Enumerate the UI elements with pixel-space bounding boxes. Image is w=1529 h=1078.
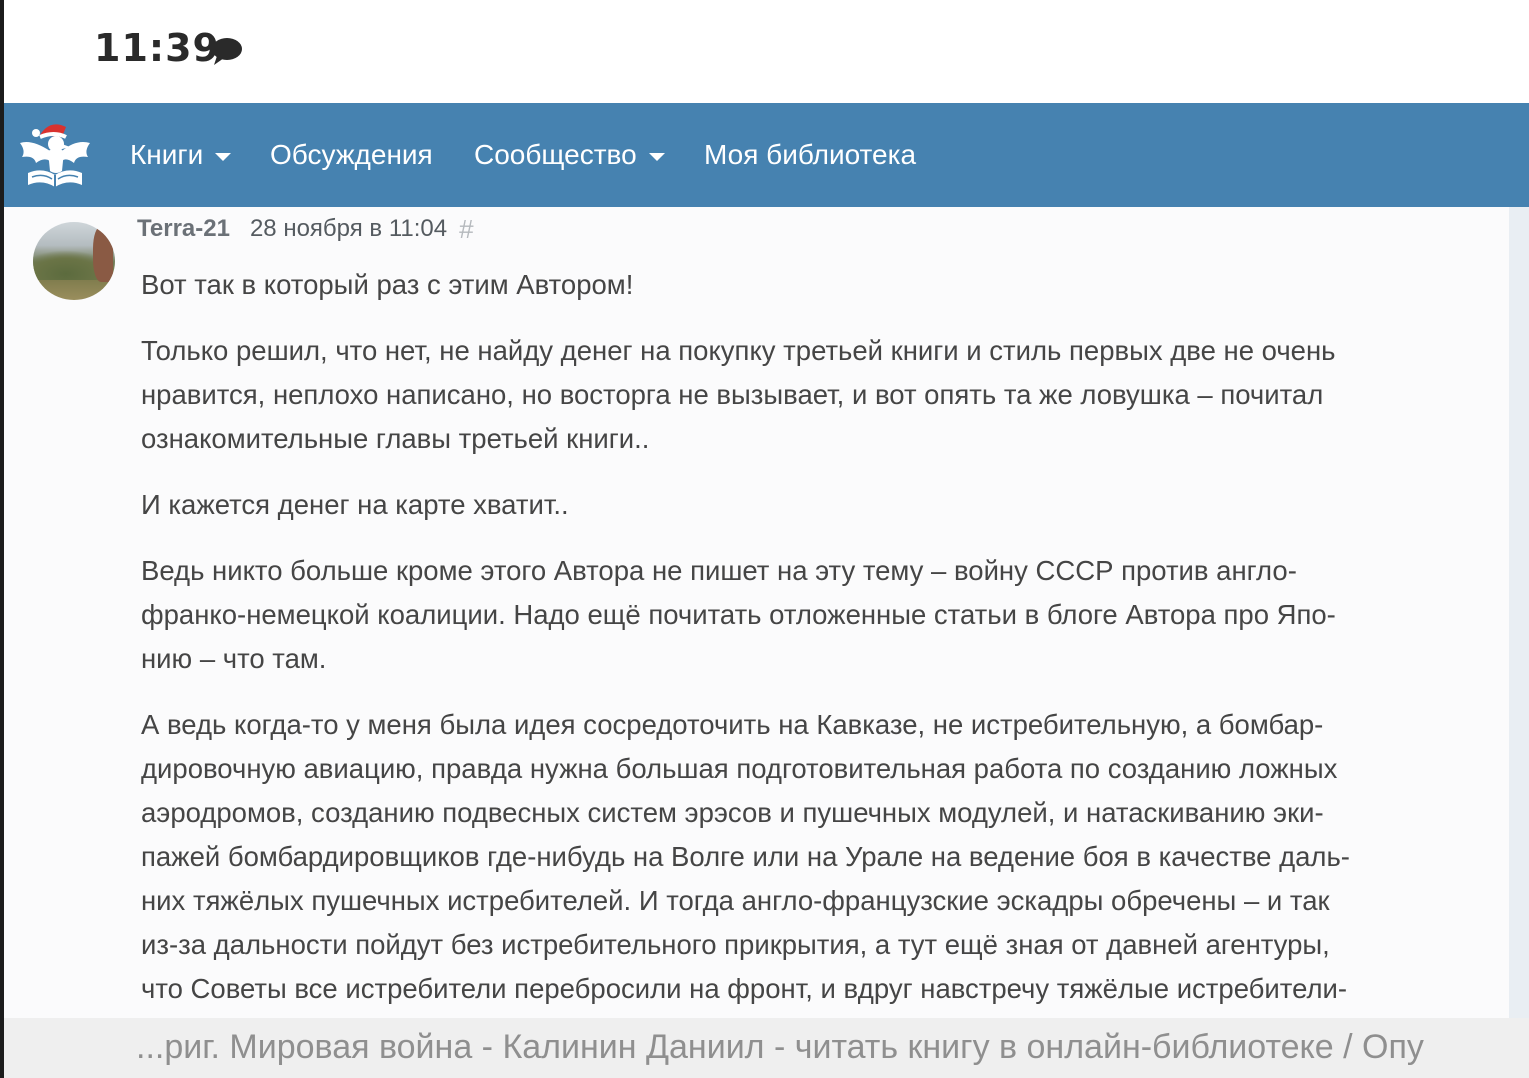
nav-discussions-label: Обсуждения: [270, 139, 433, 170]
comment-paragraph: А ведь когда-то у меня была идея сосредо…: [141, 709, 1350, 1004]
comment-paragraph: Вот так в который раз с этим Автором!: [141, 269, 634, 300]
comment-paragraph: Ведь никто больше кроме этого Автора не …: [141, 555, 1336, 674]
nav-discussions[interactable]: Обсуждения: [270, 137, 433, 173]
comment-paragraph: Только решил, что нет, не найду денег на…: [141, 335, 1336, 454]
nav-community[interactable]: Сообщество: [474, 137, 665, 173]
page-title: ...риг. Мировая война - Калинин Даниил -…: [136, 1028, 1424, 1066]
eagle-book-logo-icon[interactable]: [14, 117, 94, 193]
permalink-link[interactable]: #: [459, 214, 473, 245]
avatar[interactable]: [33, 222, 115, 300]
screen-edge: [0, 0, 4, 1078]
comment-header: Terra-21 28 ноября в 11:04 #: [137, 214, 474, 244]
status-time: 11:39: [94, 26, 220, 70]
status-bar: 11:39: [0, 0, 1529, 103]
comment-author[interactable]: Terra-21: [137, 215, 230, 243]
top-navbar: Книги Обсуждения Сообщество Моя библиоте…: [4, 103, 1529, 207]
comment-date: 28 ноября в 11:04: [249, 215, 448, 242]
page-title-bar[interactable]: ...риг. Мировая война - Калинин Даниил -…: [4, 1018, 1529, 1078]
comment-body: Вот так в который раз с этим Автором! То…: [141, 263, 1481, 1033]
nav-books[interactable]: Книги: [130, 137, 232, 173]
chevron-down-icon: [648, 153, 665, 161]
nav-community-label: Сообщество: [474, 139, 637, 170]
nav-my-library-label: Моя библиотека: [704, 139, 917, 170]
nav-books-label: Книги: [130, 139, 204, 170]
page-gutter: [1509, 207, 1529, 1018]
chat-bubble-icon: [212, 38, 242, 65]
nav-my-library[interactable]: Моя библиотека: [704, 137, 916, 173]
comment-paragraph: И кажется денег на карте хватит..: [141, 489, 569, 520]
chevron-down-icon: [215, 153, 232, 161]
